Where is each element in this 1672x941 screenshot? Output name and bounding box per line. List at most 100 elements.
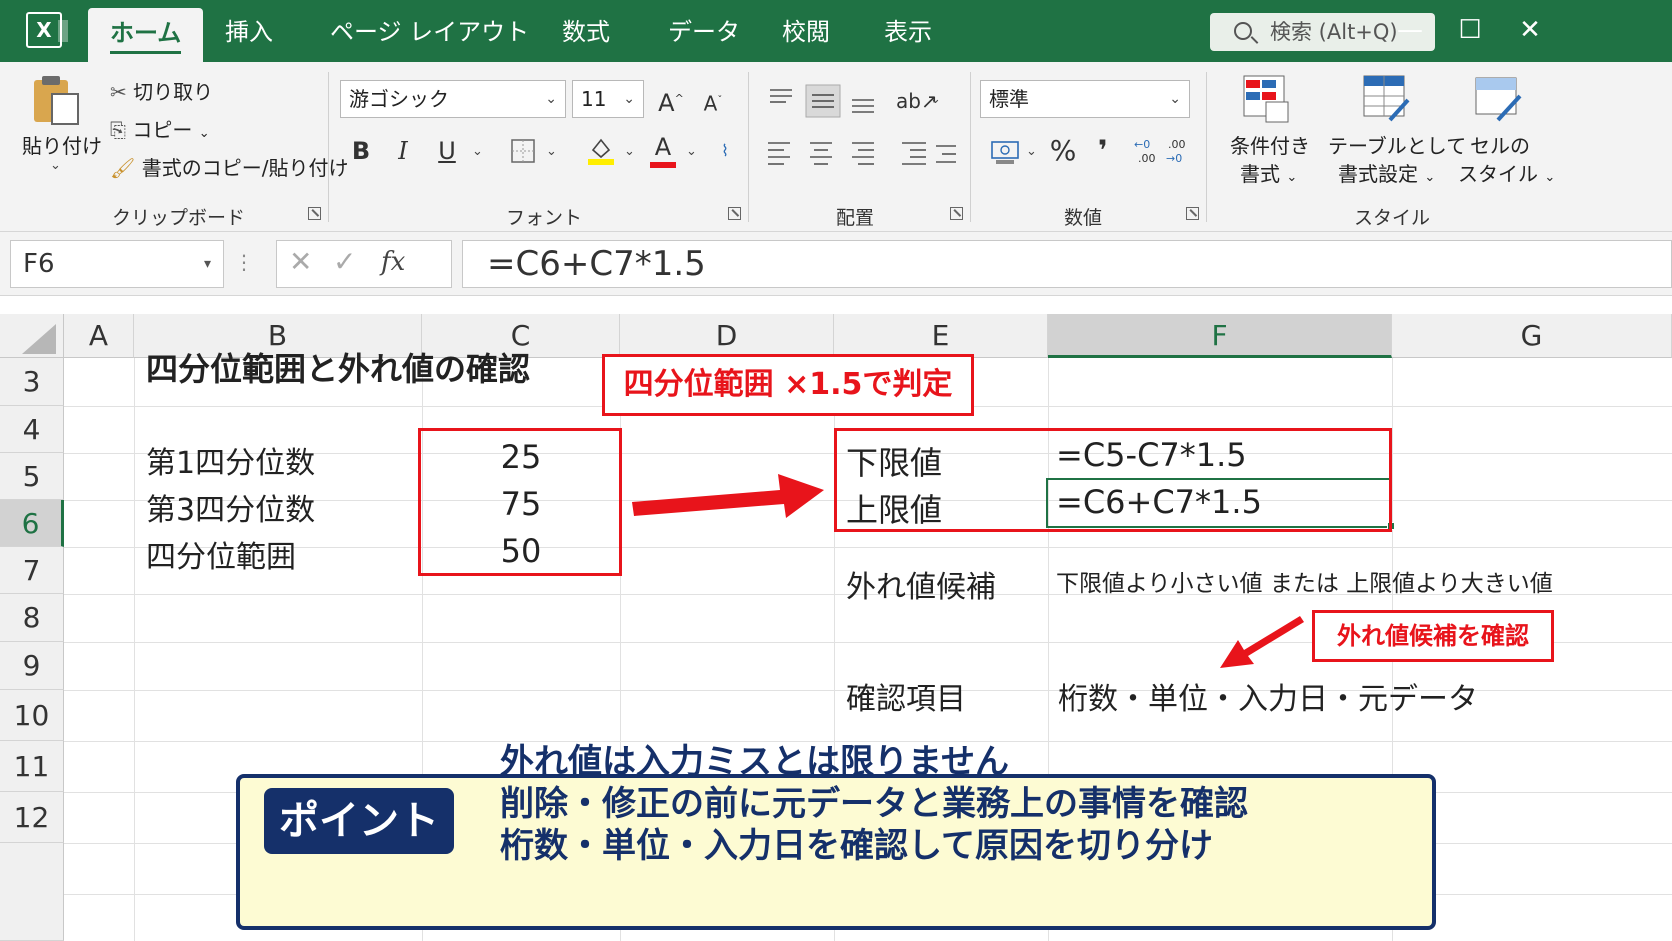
- tab-formulas[interactable]: 数式: [562, 14, 610, 50]
- select-all-button[interactable]: [0, 314, 64, 358]
- font-family-select[interactable]: 游ゴシック ⌄: [340, 80, 566, 118]
- percent-style-button[interactable]: %: [1046, 134, 1080, 168]
- format-as-table-label[interactable]: 書式設定 ⌄: [1338, 158, 1435, 187]
- svg-text:←0: ←0: [1134, 138, 1150, 151]
- column-header-f[interactable]: F: [1048, 314, 1392, 358]
- column-header-e[interactable]: E: [834, 314, 1048, 358]
- formula-input[interactable]: =C6+C7*1.5: [462, 240, 1672, 288]
- format-as-table-button[interactable]: テーブルとして: [1328, 130, 1466, 159]
- row-header-3[interactable]: 3: [0, 358, 64, 406]
- outlier-desc-cell[interactable]: 下限値より小さい値 または 上限値より大きい値: [1056, 564, 1553, 598]
- bold-button[interactable]: B: [344, 134, 378, 168]
- check-items-cell[interactable]: 桁数・単位・入力日・元データ: [1058, 674, 1478, 718]
- paste-dropdown-icon[interactable]: ⌄: [50, 158, 61, 173]
- column-header-g[interactable]: G: [1392, 314, 1672, 358]
- accounting-dropdown-icon[interactable]: ⌄: [1026, 144, 1037, 159]
- underline-dropdown-icon[interactable]: ⌄: [472, 144, 483, 159]
- outlier-label-cell[interactable]: 外れ値候補: [846, 562, 996, 606]
- group-divider: [1206, 72, 1207, 222]
- paste-button[interactable]: 貼り付け: [22, 130, 102, 159]
- paste-icon[interactable]: [30, 74, 82, 126]
- row-header-5[interactable]: 5: [0, 453, 64, 500]
- iqr-label-cell[interactable]: 四分位範囲: [146, 532, 296, 576]
- text-orientation-icon[interactable]: ab↗: [896, 84, 938, 118]
- fill-color-icon[interactable]: [586, 134, 616, 166]
- row-header-10[interactable]: 10: [0, 690, 64, 741]
- copy-button[interactable]: ⎘ コピー ⌄: [110, 114, 210, 143]
- row-header-9[interactable]: 9: [0, 642, 64, 690]
- rule-callout: 四分位範囲 ×1.5で判定: [602, 354, 974, 416]
- minimize-button[interactable]: —: [1392, 12, 1428, 48]
- q3-label-cell[interactable]: 第3四分位数: [146, 485, 315, 529]
- tab-data[interactable]: データ: [668, 14, 740, 50]
- accounting-format-icon[interactable]: [990, 138, 1022, 166]
- underline-button[interactable]: U: [430, 134, 464, 168]
- borders-dropdown-icon[interactable]: ⌄: [546, 144, 557, 159]
- close-button[interactable]: ✕: [1512, 12, 1548, 48]
- gridline: [134, 358, 135, 941]
- search-placeholder: 検索 (Alt+Q): [1270, 20, 1398, 44]
- copy-icon: ⎘: [110, 118, 126, 142]
- row-header-11[interactable]: 11: [0, 741, 64, 792]
- title-bar: X ホーム 挿入 ページ レイアウト 数式 データ 校閲 表示 検索 (Alt+…: [0, 0, 1672, 62]
- row-header-4[interactable]: 4: [0, 406, 64, 453]
- column-header-a[interactable]: A: [64, 314, 134, 358]
- clipboard-launcher-icon[interactable]: [308, 207, 321, 220]
- cut-button[interactable]: ✂ 切り取り: [110, 76, 213, 105]
- row-header-7[interactable]: 7: [0, 547, 64, 594]
- tab-view[interactable]: 表示: [884, 14, 932, 50]
- conditional-formatting-button[interactable]: 条件付き: [1230, 130, 1310, 159]
- tab-review[interactable]: 校閲: [782, 14, 830, 50]
- check-label-cell[interactable]: 確認項目: [846, 674, 966, 718]
- font-size-value: 11: [581, 87, 607, 111]
- tab-home[interactable]: ホーム: [88, 8, 204, 62]
- formula-bar-grip-icon[interactable]: ⋮: [234, 250, 254, 274]
- cell-styles-icon[interactable]: [1472, 72, 1524, 124]
- conditional-formatting-icon[interactable]: [1240, 72, 1292, 124]
- decimal-adjust-icons[interactable]: ←0 .00 .00 →0: [1132, 136, 1196, 166]
- number-launcher-icon[interactable]: [1186, 207, 1199, 220]
- styles-group-label: スタイル: [1354, 207, 1431, 229]
- insert-function-icon[interactable]: fx: [381, 247, 405, 277]
- tab-insert[interactable]: 挿入: [225, 14, 273, 50]
- q1-label-cell[interactable]: 第1四分位数: [146, 438, 315, 482]
- row-header-8[interactable]: 8: [0, 594, 64, 642]
- cell-styles-button[interactable]: セルの: [1470, 130, 1530, 159]
- borders-icon[interactable]: [510, 138, 536, 164]
- orientation-dropdown-icon[interactable]: ⌄: [930, 92, 941, 107]
- tab-page-layout[interactable]: ページ レイアウト: [330, 14, 529, 50]
- conditional-formatting-label-2: 書式: [1240, 162, 1280, 186]
- fill-color-dropdown-icon[interactable]: ⌄: [624, 144, 635, 159]
- vertical-align-icons[interactable]: [766, 84, 886, 118]
- format-painter-button[interactable]: 🖌 書式のコピー/貼り付け: [110, 152, 349, 181]
- sheet-title-cell[interactable]: 四分位範囲と外れ値の確認: [146, 344, 530, 390]
- format-as-table-icon[interactable]: [1360, 72, 1412, 124]
- svg-text:.00: .00: [1168, 138, 1186, 151]
- horizontal-align-icons[interactable]: [766, 138, 960, 168]
- row-header-12[interactable]: 12: [0, 792, 64, 843]
- number-format-select[interactable]: 標準 ⌄: [980, 80, 1190, 118]
- comma-style-button[interactable]: ❜: [1086, 134, 1120, 168]
- font-size-select[interactable]: 11 ⌄: [572, 80, 644, 118]
- group-divider: [970, 72, 971, 222]
- alignment-launcher-icon[interactable]: [950, 207, 963, 220]
- format-as-table-label-2: 書式設定: [1338, 162, 1418, 186]
- column-header-d[interactable]: D: [620, 314, 834, 358]
- maximize-button[interactable]: ☐: [1452, 12, 1488, 48]
- font-launcher-icon[interactable]: [728, 207, 741, 220]
- row-header-6[interactable]: 6: [0, 500, 64, 547]
- name-box[interactable]: F6 ▾: [10, 240, 224, 288]
- font-color-dropdown-icon[interactable]: ⌄: [686, 144, 697, 159]
- confirm-entry-icon[interactable]: ✓: [333, 245, 356, 278]
- phonetic-guide-icon[interactable]: ⌇: [708, 134, 742, 168]
- conditional-formatting-label[interactable]: 書式 ⌄: [1240, 158, 1297, 187]
- red-arrow-icon: [632, 474, 824, 518]
- decrease-font-size-icon[interactable]: Aˇ: [696, 84, 730, 118]
- italic-button[interactable]: I: [386, 134, 420, 168]
- increase-font-size-icon[interactable]: A^: [654, 82, 688, 117]
- group-divider: [328, 72, 329, 222]
- cancel-entry-icon[interactable]: ✕: [289, 245, 312, 278]
- limits-highlight-box: [834, 428, 1392, 532]
- font-color-icon[interactable]: A: [646, 130, 680, 164]
- cell-styles-label[interactable]: スタイル ⌄: [1458, 158, 1555, 187]
